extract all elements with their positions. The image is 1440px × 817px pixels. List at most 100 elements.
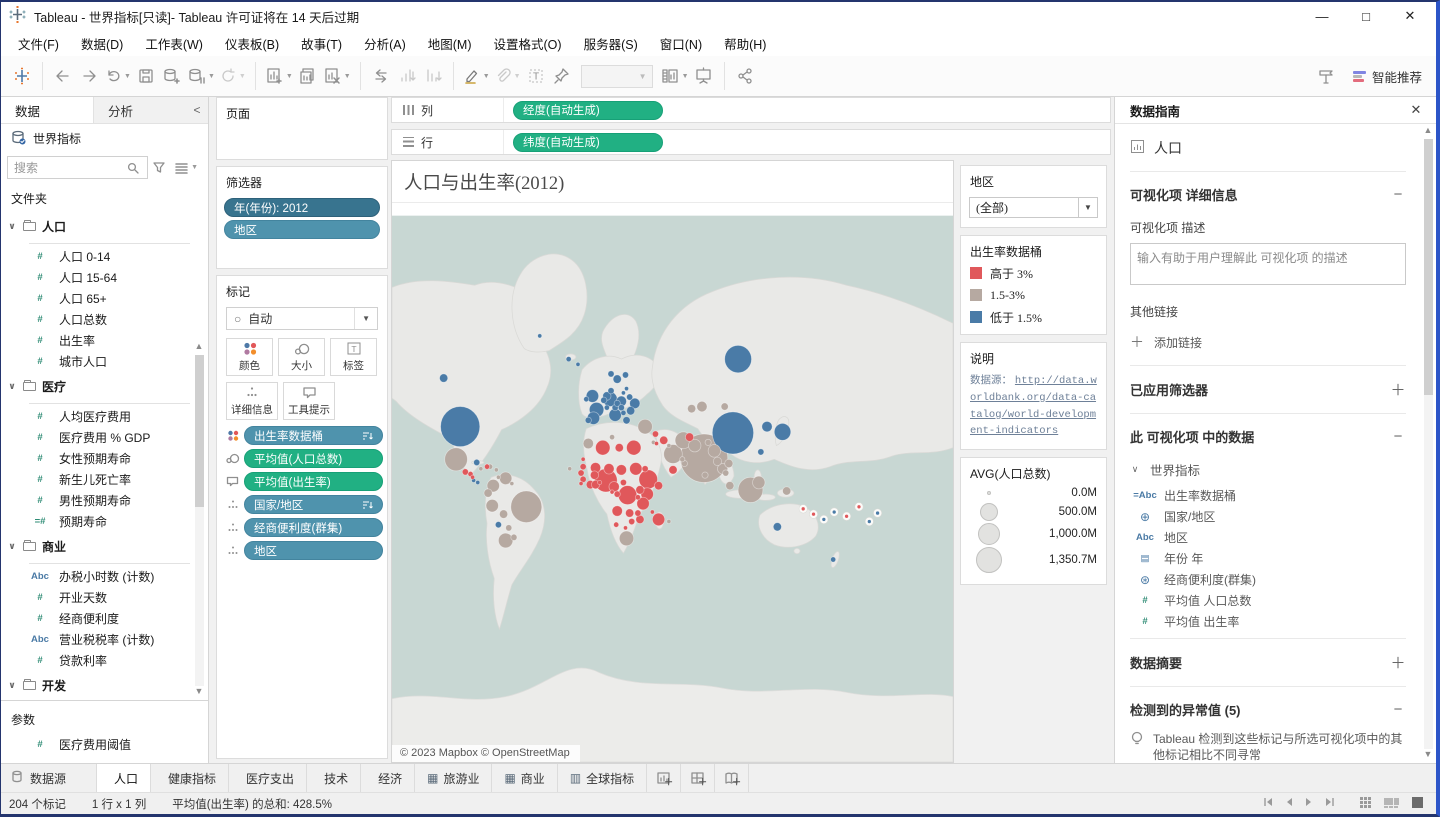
duplicate-sheet-icon[interactable]	[295, 62, 321, 90]
collapse-icon[interactable]: −	[1390, 186, 1406, 203]
view-options-icon[interactable]: ▼	[170, 162, 202, 174]
menu-item[interactable]: 故事(T)	[290, 30, 353, 57]
mark-pill[interactable]: 平均值(人口总数)	[244, 449, 383, 468]
new-data-source-icon[interactable]	[159, 62, 185, 90]
presentation-mode-icon[interactable]	[691, 62, 717, 90]
size-button[interactable]: 大小	[278, 338, 325, 376]
rows-shelf[interactable]: 行 纬度(自动生成)	[391, 129, 1111, 155]
rows-pill[interactable]: 纬度(自动生成)	[513, 133, 663, 152]
field-row[interactable]: #医疗费用 % GDP	[1, 427, 208, 448]
sort-descending-icon[interactable]	[420, 62, 446, 90]
field-row[interactable]: #男性预期寿命	[1, 490, 208, 511]
sort-ascending-icon[interactable]	[394, 62, 420, 90]
guide-datasource-row[interactable]: ∨世界指标	[1130, 446, 1406, 485]
guide-field-row[interactable]: #平均值 出生率	[1130, 611, 1406, 632]
menu-item[interactable]: 帮助(H)	[713, 30, 777, 57]
minimize-button[interactable]: —	[1300, 3, 1344, 29]
sheet-tab[interactable]: 技术	[307, 764, 361, 792]
undo-icon[interactable]	[50, 62, 76, 90]
menu-item[interactable]: 仪表板(B)	[214, 30, 290, 57]
fix-axes-icon[interactable]	[549, 62, 575, 90]
guide-field-row[interactable]: ⊛经商便利度(群集)	[1130, 569, 1406, 590]
mark-pill[interactable]: 出生率数据桶	[244, 426, 383, 445]
sheet-tab[interactable]: ▦旅游业	[415, 764, 492, 792]
legend-item[interactable]: 高于 3%	[961, 262, 1106, 284]
folder-healthcare[interactable]: ∨医疗	[1, 372, 208, 400]
next-sheet-icon[interactable]	[1305, 797, 1313, 810]
close-button[interactable]: ✕	[1388, 3, 1432, 29]
tooltip-button[interactable]: 工具提示	[283, 382, 335, 420]
field-row[interactable]: #人口 0-14	[1, 246, 208, 267]
sheet-tab[interactable]: 经济	[361, 764, 415, 792]
filmstrip-view-icon[interactable]	[1384, 796, 1399, 812]
field-row[interactable]: #女性预期寿命	[1, 448, 208, 469]
filter-pill-region[interactable]: 地区	[224, 220, 380, 239]
field-row[interactable]: #新生儿死亡率	[1, 469, 208, 490]
field-row[interactable]: #人均医疗费用	[1, 406, 208, 427]
show-cards-icon[interactable]: ▼	[659, 62, 691, 90]
pause-updates-icon[interactable]: ▼	[185, 62, 217, 90]
datasource-tab[interactable]: 数据源	[1, 764, 97, 792]
new-dashboard-button[interactable]: ＋	[681, 764, 715, 792]
viz-description-input[interactable]	[1130, 243, 1406, 285]
filter-fields-icon[interactable]	[148, 161, 170, 174]
field-row[interactable]: #城市人口	[1, 351, 208, 372]
guide-field-row[interactable]: #平均值 人口总数	[1130, 590, 1406, 611]
field-row[interactable]: Abc办税小时数 (计数)	[1, 566, 208, 587]
show-me-button[interactable]: 智能推荐	[1353, 67, 1422, 86]
mark-type-dropdown[interactable]: ○自动▼	[226, 307, 378, 330]
redo-icon[interactable]	[76, 62, 102, 90]
menu-item[interactable]: 文件(F)	[7, 30, 70, 57]
mark-pill[interactable]: 国家/地区	[244, 495, 383, 514]
color-button[interactable]: 颜色	[226, 338, 273, 376]
guide-field-row[interactable]: ▤年份 年	[1130, 548, 1406, 569]
clear-sheet-icon[interactable]: ▼	[321, 62, 353, 90]
sheet-view-icon[interactable]	[1411, 796, 1424, 812]
region-filter-dropdown[interactable]: (全部) ▼	[969, 197, 1098, 218]
legend-item[interactable]: 1.5-3%	[961, 284, 1106, 306]
previous-sheet-icon[interactable]	[1285, 797, 1293, 810]
fit-selector[interactable]: ▼	[581, 65, 653, 88]
folder-population[interactable]: ∨人口	[1, 212, 208, 240]
close-icon[interactable]: ✕	[1406, 102, 1426, 118]
filter-pill-year[interactable]: 年(年份): 2012	[224, 198, 380, 217]
label-button[interactable]: T标签	[330, 338, 377, 376]
search-box[interactable]	[7, 156, 148, 179]
pages-card[interactable]: 页面	[216, 97, 388, 160]
new-story-button[interactable]: ＋	[715, 764, 749, 792]
sheet-tab[interactable]: 医疗支出	[229, 764, 307, 792]
columns-shelf[interactable]: 列 经度(自动生成)	[391, 97, 1111, 123]
sheet-tab[interactable]: 人口	[97, 764, 151, 792]
map-attribution[interactable]: © 2023 Mapbox © OpenStreetMap	[392, 745, 580, 762]
menu-item[interactable]: 工作表(W)	[134, 30, 214, 57]
tab-analytics[interactable]: 分析	[93, 97, 186, 123]
mark-pill[interactable]: 平均值(出生率)	[244, 472, 383, 491]
field-row[interactable]: #开业天数	[1, 587, 208, 608]
parameter-row[interactable]: #医疗费用阈值	[1, 734, 208, 755]
swap-axes-icon[interactable]	[368, 62, 394, 90]
last-sheet-icon[interactable]	[1325, 797, 1335, 810]
show-hide-cards-icon[interactable]	[1313, 62, 1339, 90]
legend-item[interactable]: 低于 1.5%	[961, 306, 1106, 328]
new-worksheet-icon[interactable]: ▼	[263, 62, 295, 90]
run-update-icon[interactable]: ▼	[217, 62, 248, 90]
applied-filters-section[interactable]: 已应用筛选器＋	[1130, 379, 1406, 400]
expand-icon[interactable]: ＋	[1390, 652, 1406, 673]
data-in-viz-section[interactable]: 此 可视化项 中的数据−	[1130, 427, 1406, 446]
collapse-pane-button[interactable]: <	[186, 97, 208, 123]
sheet-tab[interactable]: ▦商业	[492, 764, 557, 792]
tab-data[interactable]: 数据	[1, 97, 93, 123]
datasource-row[interactable]: 世界指标	[1, 124, 208, 153]
menu-item[interactable]: 设置格式(O)	[483, 30, 573, 57]
field-row[interactable]: #人口 15-64	[1, 267, 208, 288]
data-summary-section[interactable]: 数据摘要＋	[1130, 652, 1406, 673]
field-row[interactable]: =#预期寿命	[1, 511, 208, 532]
viz-details-section[interactable]: 可视化项 详细信息−	[1130, 185, 1406, 204]
collapse-icon[interactable]: −	[1390, 428, 1406, 445]
field-row[interactable]: #贷款利率	[1, 650, 208, 671]
show-mark-labels-icon[interactable]: T	[523, 62, 549, 90]
field-row[interactable]: #人口 65+	[1, 288, 208, 309]
first-sheet-icon[interactable]	[1263, 797, 1273, 810]
columns-pill[interactable]: 经度(自动生成)	[513, 101, 663, 120]
mark-pill[interactable]: 经商便利度(群集)	[244, 518, 383, 537]
